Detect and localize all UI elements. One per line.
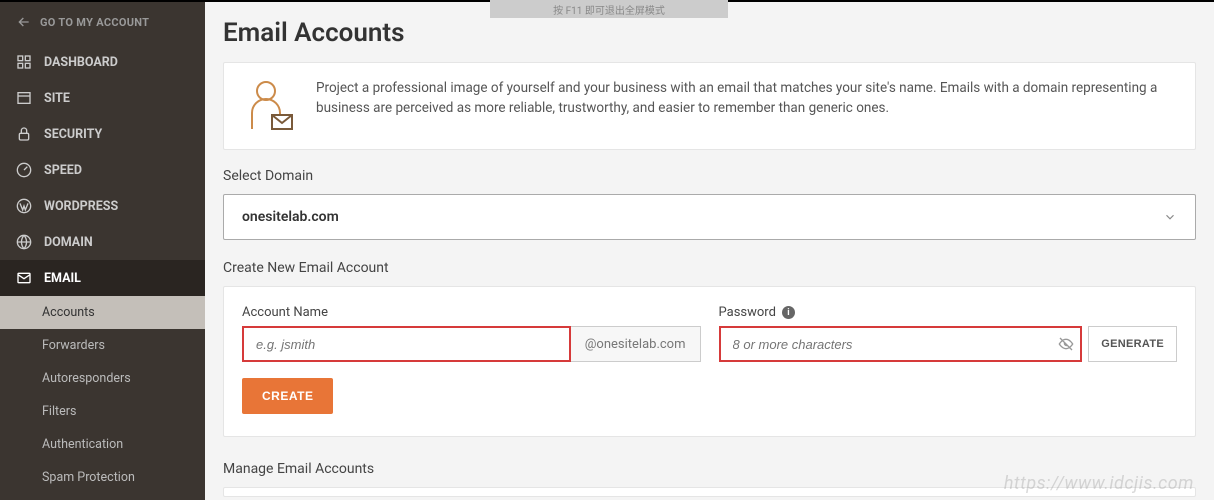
gauge-icon <box>16 162 32 178</box>
email-illustration-icon <box>246 79 296 133</box>
intro-text: Project a professional image of yourself… <box>316 79 1173 133</box>
sidebar-item-site[interactable]: SITE <box>0 80 205 116</box>
primary-nav: DASHBOARD SITE SECURITY SPEED WORDPRESS … <box>0 44 205 494</box>
eye-off-icon[interactable] <box>1058 336 1074 352</box>
browser-hint-pill: 按 F11 即可退出全屏模式 <box>490 0 728 18</box>
wordpress-icon <box>16 198 32 214</box>
sidebar: GO TO MY ACCOUNT DASHBOARD SITE SECURITY… <box>0 0 205 500</box>
sidebar-item-security[interactable]: SECURITY <box>0 116 205 152</box>
select-domain-label: Select Domain <box>223 168 1196 184</box>
subnav-label: Spam Protection <box>42 470 135 485</box>
nav-label: DASHBOARD <box>44 55 118 70</box>
nav-label: SPEED <box>44 163 82 178</box>
account-name-input[interactable] <box>242 326 571 362</box>
subnav-authentication[interactable]: Authentication <box>0 428 205 461</box>
mail-icon <box>16 270 32 286</box>
subnav-accounts[interactable]: Accounts <box>0 296 205 329</box>
page-title: Email Accounts <box>223 18 1196 48</box>
subnav-forwarders[interactable]: Forwarders <box>0 329 205 362</box>
generate-button[interactable]: GENERATE <box>1088 326 1177 362</box>
info-icon[interactable]: i <box>782 306 795 319</box>
main-panel: Email Accounts Project a professional im… <box>205 0 1214 500</box>
subnav-label: Forwarders <box>42 338 105 353</box>
nav-label: EMAIL <box>44 271 81 286</box>
password-input[interactable] <box>719 326 1083 362</box>
sidebar-item-wordpress[interactable]: WORDPRESS <box>0 188 205 224</box>
sidebar-item-dashboard[interactable]: DASHBOARD <box>0 44 205 80</box>
create-account-label: Create New Email Account <box>223 260 1196 276</box>
create-button[interactable]: CREATE <box>242 378 333 414</box>
subnav-label: Authentication <box>42 437 123 452</box>
back-to-account[interactable]: GO TO MY ACCOUNT <box>0 0 205 44</box>
create-account-card: Account Name @onesitelab.com Password i … <box>223 286 1196 437</box>
subnav-label: Autoresponders <box>42 371 131 386</box>
subnav-filters[interactable]: Filters <box>0 395 205 428</box>
site-icon <box>16 90 32 106</box>
nav-label: DOMAIN <box>44 235 93 250</box>
globe-icon <box>16 234 32 250</box>
intro-card: Project a professional image of yourself… <box>223 62 1196 150</box>
sidebar-item-domain[interactable]: DOMAIN <box>0 224 205 260</box>
dashboard-icon <box>16 54 32 70</box>
subnav-label: Accounts <box>42 305 95 320</box>
manage-accounts-label: Manage Email Accounts <box>223 461 1196 477</box>
chevron-down-icon <box>1163 210 1177 224</box>
back-label: GO TO MY ACCOUNT <box>40 16 149 29</box>
account-name-label: Account Name <box>242 305 701 320</box>
nav-label: SECURITY <box>44 127 102 142</box>
domain-select-value: onesitelab.com <box>242 209 339 225</box>
subnav-label: Filters <box>42 404 76 419</box>
subnav-spam-protection[interactable]: Spam Protection <box>0 461 205 494</box>
sidebar-item-speed[interactable]: SPEED <box>0 152 205 188</box>
manage-card-top <box>223 487 1196 497</box>
nav-label: SITE <box>44 91 70 106</box>
domain-suffix: @onesitelab.com <box>571 326 701 362</box>
arrow-left-icon <box>16 14 32 30</box>
lock-icon <box>16 126 32 142</box>
sidebar-item-email[interactable]: EMAIL <box>0 260 205 296</box>
subnav-autoresponders[interactable]: Autoresponders <box>0 362 205 395</box>
email-subnav: Accounts Forwarders Autoresponders Filte… <box>0 296 205 494</box>
password-label: Password <box>719 305 776 320</box>
nav-label: WORDPRESS <box>44 199 118 214</box>
domain-select[interactable]: onesitelab.com <box>223 194 1196 240</box>
